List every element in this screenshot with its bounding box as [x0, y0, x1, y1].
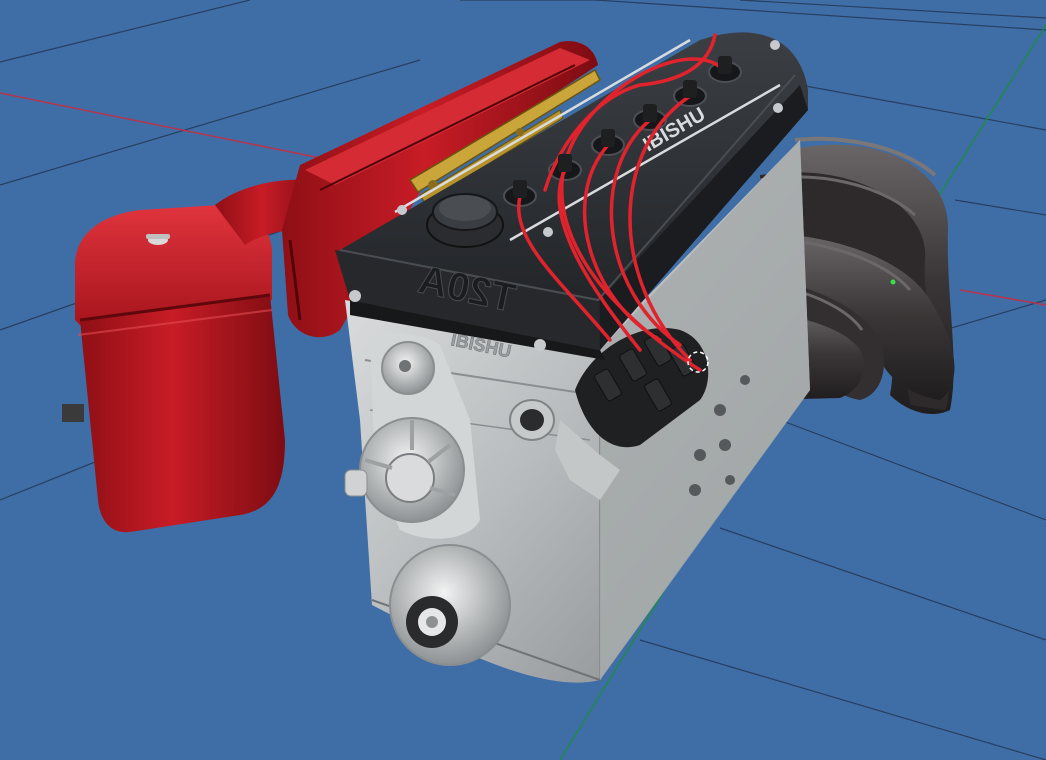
- crank-pulley[interactable]: [389, 544, 511, 666]
- pivot-marker-icon: [890, 279, 896, 285]
- x-axis-line-right: [959, 289, 1046, 306]
- oil-filler-cap[interactable]: [426, 193, 504, 248]
- z-axis-line: [929, 24, 1046, 211]
- coolant-inlet: [344, 469, 368, 497]
- scene-canvas[interactable]: T20A IBISHU IBISHU: [0, 0, 1046, 760]
- mounting-bracket: [62, 404, 84, 422]
- x-axis-line: [0, 92, 331, 161]
- 3d-viewport[interactable]: T20A IBISHU IBISHU: [0, 0, 1046, 760]
- coolant-outlet: [509, 399, 555, 441]
- air-filter-box[interactable]: [62, 205, 285, 533]
